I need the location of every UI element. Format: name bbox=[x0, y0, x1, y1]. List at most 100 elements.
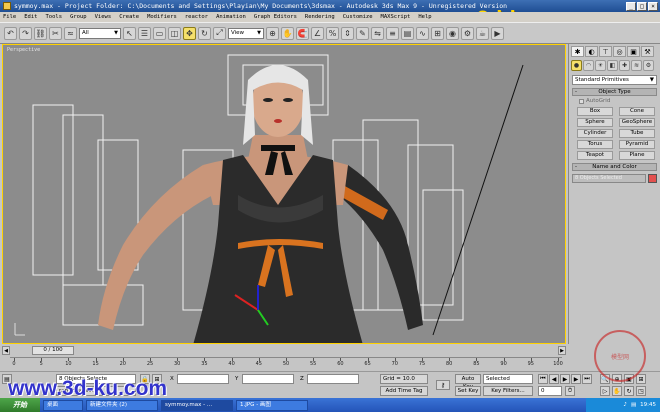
menu-create[interactable]: Create bbox=[119, 14, 139, 20]
absolute-mode-icon[interactable]: ⊞ bbox=[152, 374, 162, 384]
time-config-icon[interactable]: ⏱ bbox=[565, 386, 575, 396]
object-color-swatch[interactable] bbox=[648, 174, 657, 183]
manipulate-icon[interactable]: ✋ bbox=[281, 26, 294, 40]
taskbar-item[interactable]: 新建文件夹 (2) bbox=[86, 399, 158, 411]
rect-region-icon[interactable]: ▭ bbox=[153, 26, 166, 40]
start-button[interactable]: 开始 bbox=[0, 398, 40, 412]
spacewarps-icon[interactable]: ≋ bbox=[631, 60, 642, 71]
snap-icon[interactable]: 🧲 bbox=[296, 26, 309, 40]
percent-snap-icon[interactable]: % bbox=[326, 26, 339, 40]
menu-file[interactable]: File bbox=[3, 14, 16, 20]
maximize-button[interactable]: □ bbox=[637, 1, 647, 11]
y-coordinate-field[interactable] bbox=[242, 374, 294, 384]
selection-filter-dropdown[interactable]: All ▼ bbox=[79, 27, 121, 39]
go-to-start-icon[interactable]: ⏮ bbox=[538, 374, 548, 384]
previous-key-icon[interactable]: ◀ bbox=[549, 374, 559, 384]
select-by-name-icon[interactable]: ☰ bbox=[138, 26, 151, 40]
menu-rendering[interactable]: Rendering bbox=[305, 14, 335, 20]
redo-icon[interactable]: ↷ bbox=[19, 26, 32, 40]
key-mode-dropdown[interactable]: Selected bbox=[483, 374, 533, 384]
primitive-type-dropdown[interactable]: Standard Primitives ▼ bbox=[572, 75, 657, 85]
select-object-icon[interactable]: ↖ bbox=[123, 26, 136, 40]
maximize-viewport-icon[interactable]: ◳ bbox=[636, 386, 646, 396]
key-filters-button[interactable]: Key Filters... bbox=[483, 386, 533, 396]
render-icon[interactable]: ☕ bbox=[476, 26, 489, 40]
orbit-icon[interactable]: ↻ bbox=[624, 386, 634, 396]
schematic-icon[interactable]: ⊞ bbox=[431, 26, 444, 40]
key-icon[interactable]: ⚷ bbox=[436, 380, 450, 390]
geosphere-button[interactable]: GeoSphere bbox=[619, 118, 655, 127]
network-icon[interactable]: ▤ bbox=[631, 402, 636, 408]
helpers-icon[interactable]: ✚ bbox=[619, 60, 630, 71]
x-coordinate-field[interactable] bbox=[177, 374, 229, 384]
set-key-button[interactable]: Set Key bbox=[455, 386, 481, 396]
viewport-label[interactable]: Perspective bbox=[7, 47, 40, 53]
object-type-rollout[interactable]: - Object Type bbox=[572, 88, 657, 96]
tube-button[interactable]: Tube bbox=[619, 129, 655, 138]
reference-coordinate-dropdown[interactable]: View ▼ bbox=[228, 27, 264, 39]
cameras-icon[interactable]: ◧ bbox=[607, 60, 618, 71]
object-name-field[interactable]: 8 Objects Selected bbox=[572, 174, 646, 183]
scale-icon[interactable]: ⤢ bbox=[213, 26, 226, 40]
utilities-tab-icon[interactable]: ⚒ bbox=[641, 46, 654, 57]
material-editor-icon[interactable]: ◉ bbox=[446, 26, 459, 40]
menu-tools[interactable]: Tools bbox=[46, 14, 63, 20]
volume-icon[interactable]: ♪ bbox=[623, 402, 627, 408]
next-frame-icon[interactable]: ▶ bbox=[558, 346, 566, 355]
undo-icon[interactable]: ↶ bbox=[4, 26, 17, 40]
mirror-icon[interactable]: ⇋ bbox=[371, 26, 384, 40]
curve-editor-icon[interactable]: ∿ bbox=[416, 26, 429, 40]
lock-selection-icon[interactable]: 🔒 bbox=[140, 374, 150, 384]
menu-help[interactable]: Help bbox=[418, 14, 431, 20]
autogrid-checkbox[interactable]: AutoGrid bbox=[579, 98, 660, 104]
current-frame-field[interactable]: 0 bbox=[538, 386, 562, 396]
go-to-end-icon[interactable]: ⏭ bbox=[582, 374, 592, 384]
shapes-icon[interactable]: ◠ bbox=[583, 60, 594, 71]
window-crossing-icon[interactable]: ◫ bbox=[168, 26, 181, 40]
menu-animation[interactable]: Animation bbox=[216, 14, 246, 20]
time-slider-thumb[interactable]: 0 / 100 bbox=[32, 346, 74, 355]
name-color-rollout[interactable]: - Name and Color bbox=[572, 163, 657, 171]
next-key-icon[interactable]: ▶ bbox=[571, 374, 581, 384]
align-icon[interactable]: ≡ bbox=[386, 26, 399, 40]
prev-frame-icon[interactable]: ◀ bbox=[2, 346, 10, 355]
modify-tab-icon[interactable]: ◐ bbox=[585, 46, 598, 57]
layer-icon[interactable]: ▤ bbox=[401, 26, 414, 40]
menu-customize[interactable]: Customize bbox=[343, 14, 373, 20]
link-icon[interactable]: ⛓ bbox=[34, 26, 47, 40]
named-sets-icon[interactable]: ✎ bbox=[356, 26, 369, 40]
add-time-tag-button[interactable]: Add Time Tag bbox=[380, 386, 428, 396]
zoom-extents-all-icon[interactable]: ⊞ bbox=[636, 374, 646, 384]
field-of-view-icon[interactable]: ▷ bbox=[600, 386, 610, 396]
hierarchy-tab-icon[interactable]: ⊤ bbox=[599, 46, 612, 57]
display-tab-icon[interactable]: ▣ bbox=[627, 46, 640, 57]
move-icon[interactable]: ✥ bbox=[183, 26, 196, 40]
create-tab-icon[interactable]: ✱ bbox=[571, 46, 584, 57]
z-coordinate-field[interactable] bbox=[307, 374, 359, 384]
spinner-snap-icon[interactable]: ⇕ bbox=[341, 26, 354, 40]
pyramid-button[interactable]: Pyramid bbox=[619, 140, 655, 149]
unlink-icon[interactable]: ✂ bbox=[49, 26, 62, 40]
menu-graph-editors[interactable]: Graph Editors bbox=[254, 14, 297, 20]
box-button[interactable]: Box bbox=[577, 107, 613, 116]
cone-button[interactable]: Cone bbox=[619, 107, 655, 116]
menu-modifiers[interactable]: Modifiers bbox=[147, 14, 177, 20]
rotate-icon[interactable]: ↻ bbox=[198, 26, 211, 40]
render-setup-icon[interactable]: ⚙ bbox=[461, 26, 474, 40]
menu-edit[interactable]: Edit bbox=[24, 14, 37, 20]
close-button[interactable]: × bbox=[648, 1, 658, 11]
menu-reactor[interactable]: reactor bbox=[185, 14, 208, 20]
cylinder-button[interactable]: Cylinder bbox=[577, 129, 613, 138]
maxscript-listener-icon[interactable]: ▤ bbox=[2, 374, 12, 384]
play-icon[interactable]: ▶ bbox=[560, 374, 570, 384]
plane-button[interactable]: Plane bbox=[619, 151, 655, 160]
minimize-button[interactable]: _ bbox=[626, 1, 636, 11]
geometry-icon[interactable]: ● bbox=[571, 60, 582, 71]
menu-maxscript[interactable]: MAXScript bbox=[381, 14, 411, 20]
menu-views[interactable]: Views bbox=[95, 14, 112, 20]
angle-snap-icon[interactable]: ∠ bbox=[311, 26, 324, 40]
torus-button[interactable]: Torus bbox=[577, 140, 613, 149]
quick-render-icon[interactable]: ▶ bbox=[491, 26, 504, 40]
pan-icon[interactable]: ✋ bbox=[612, 386, 622, 396]
perspective-viewport[interactable]: Perspective bbox=[2, 44, 566, 344]
